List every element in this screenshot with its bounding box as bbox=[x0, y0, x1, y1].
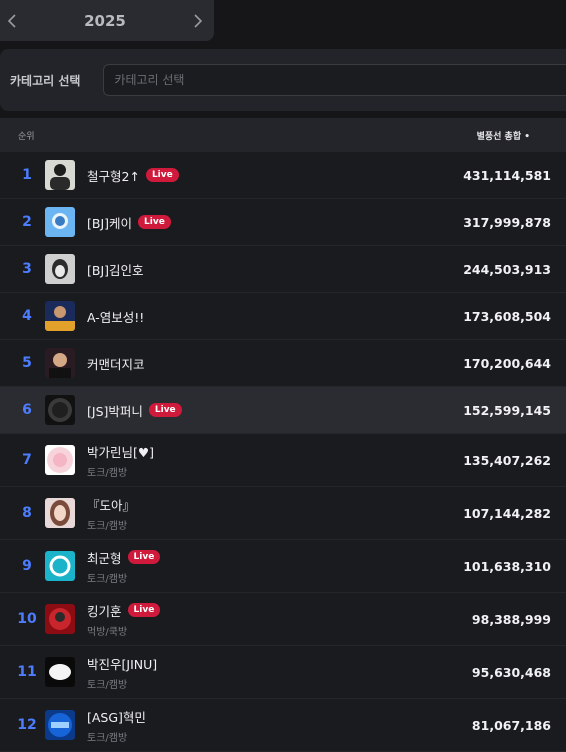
streamer-name[interactable]: [BJ]케이 bbox=[87, 213, 132, 232]
total-value: 244,503,913 bbox=[463, 261, 551, 277]
streamer-name[interactable]: 최군형 bbox=[87, 548, 122, 567]
rank-number: 6 bbox=[22, 402, 32, 418]
table-row[interactable]: 9 최군형 Live 토크/캠방 101,638,310 bbox=[0, 540, 566, 593]
avatar[interactable] bbox=[45, 710, 75, 740]
table-row[interactable]: 3 [BJ]김인호 244,503,913 bbox=[0, 246, 566, 293]
table-row[interactable]: 12 [ASG]혁민 토크/캠방 81,067,186 bbox=[0, 699, 566, 752]
ranking-table: 순위 별풍선 총합 • 1 철구형2↑ Live 431,114,581 2 [… bbox=[0, 118, 566, 752]
table-row[interactable]: 5 커맨더지코 170,200,644 bbox=[0, 340, 566, 387]
streamer-name[interactable]: [BJ]김인호 bbox=[87, 260, 144, 279]
category-tag: 토크/캠방 bbox=[87, 679, 128, 691]
streamer-name[interactable]: 『도아』 bbox=[87, 495, 135, 514]
table-row[interactable]: 2 [BJ]케이 Live 317,999,878 bbox=[0, 199, 566, 246]
streamer-name[interactable]: [ASG]혁민 bbox=[87, 707, 146, 726]
table-row[interactable]: 7 박가린님[♥] 토크/캠방 135,407,262 bbox=[0, 434, 566, 487]
rank-number: 9 bbox=[22, 558, 32, 574]
chevron-left-icon[interactable] bbox=[4, 11, 20, 31]
rank-number: 8 bbox=[22, 505, 32, 521]
ranking-page: 2025 카테고리 선택 순위 별풍선 총합 • 1 철구형2↑ Live 4 3 bbox=[0, 0, 566, 752]
rank-number: 2 bbox=[22, 214, 32, 230]
avatar[interactable] bbox=[45, 395, 75, 425]
live-badge[interactable]: Live bbox=[138, 215, 171, 229]
avatar[interactable] bbox=[45, 498, 75, 528]
total-value: 101,638,310 bbox=[463, 558, 551, 574]
rank-number: 7 bbox=[22, 452, 32, 468]
live-badge[interactable]: Live bbox=[148, 403, 182, 417]
rank-number: 10 bbox=[17, 611, 37, 627]
total-value: 81,067,186 bbox=[471, 717, 551, 733]
table-row[interactable]: 11 박진우[JINU] 토크/캠방 95,630,468 bbox=[0, 646, 566, 699]
table-row[interactable]: 8 『도아』 토크/캠방 107,144,282 bbox=[0, 487, 566, 540]
table-row[interactable]: 6 [JS]박퍼니 Live 152,599,145 bbox=[0, 387, 566, 434]
total-value: 173,608,504 bbox=[463, 308, 551, 324]
avatar[interactable] bbox=[45, 657, 75, 687]
category-input[interactable] bbox=[103, 64, 566, 96]
total-value: 98,388,999 bbox=[471, 611, 551, 627]
streamer-name[interactable]: 철구형2↑ bbox=[87, 166, 140, 185]
year-selector: 2025 bbox=[0, 0, 214, 41]
table-row[interactable]: 4 A-염보성!! 173,608,504 bbox=[0, 293, 566, 340]
avatar[interactable] bbox=[45, 254, 75, 284]
live-badge[interactable]: Live bbox=[127, 603, 161, 617]
streamer-name[interactable]: 커맨더지코 bbox=[87, 354, 145, 373]
total-value: 317,999,878 bbox=[463, 214, 551, 230]
rank-number: 11 bbox=[17, 664, 37, 680]
year-label: 2025 bbox=[84, 11, 126, 30]
rank-number: 5 bbox=[22, 355, 32, 371]
total-value: 107,144,282 bbox=[463, 505, 551, 521]
streamer-name[interactable]: 박가린님[♥] bbox=[87, 442, 154, 461]
rank-column-header: 순위 bbox=[18, 131, 35, 142]
total-value: 170,200,644 bbox=[463, 355, 551, 371]
avatar[interactable] bbox=[45, 348, 75, 378]
rank-number: 4 bbox=[22, 308, 32, 324]
avatar[interactable] bbox=[45, 551, 75, 581]
live-badge[interactable]: Live bbox=[127, 550, 161, 564]
category-tag: 토크/캠방 bbox=[87, 520, 128, 532]
total-value: 152,599,145 bbox=[463, 402, 551, 418]
rank-number: 1 bbox=[22, 167, 32, 183]
category-tag: 토크/캠방 bbox=[87, 732, 128, 744]
category-filter: 카테고리 선택 bbox=[0, 49, 566, 111]
total-value: 135,407,262 bbox=[463, 452, 551, 468]
avatar[interactable] bbox=[45, 604, 75, 634]
live-badge[interactable]: Live bbox=[145, 168, 179, 182]
category-label: 카테고리 선택 bbox=[10, 73, 81, 88]
total-value: 431,114,581 bbox=[463, 167, 551, 183]
table-row[interactable]: 10 킹기훈 Live 먹방/쿡방 98,388,999 bbox=[0, 593, 566, 646]
streamer-name[interactable]: 박진우[JINU] bbox=[87, 654, 157, 673]
category-tag: 먹방/쿡방 bbox=[87, 626, 128, 638]
chevron-right-icon[interactable] bbox=[190, 11, 206, 31]
table-row[interactable]: 1 철구형2↑ Live 431,114,581 bbox=[0, 152, 566, 199]
avatar[interactable] bbox=[45, 301, 75, 331]
streamer-name[interactable]: 킹기훈 bbox=[87, 601, 122, 620]
streamer-name[interactable]: [JS]박퍼니 bbox=[87, 401, 143, 420]
avatar[interactable] bbox=[45, 207, 75, 237]
total-column-header[interactable]: 별풍선 총합 • bbox=[477, 129, 530, 142]
streamer-name[interactable]: A-염보성!! bbox=[87, 307, 144, 326]
category-tag: 토크/캠방 bbox=[87, 467, 128, 479]
table-header: 순위 별풍선 총합 • bbox=[0, 118, 566, 152]
rank-number: 12 bbox=[17, 717, 37, 733]
rank-number: 3 bbox=[22, 261, 32, 277]
avatar[interactable] bbox=[45, 160, 75, 190]
total-value: 95,630,468 bbox=[471, 664, 551, 680]
category-tag: 토크/캠방 bbox=[87, 573, 128, 585]
avatar[interactable] bbox=[45, 445, 75, 475]
